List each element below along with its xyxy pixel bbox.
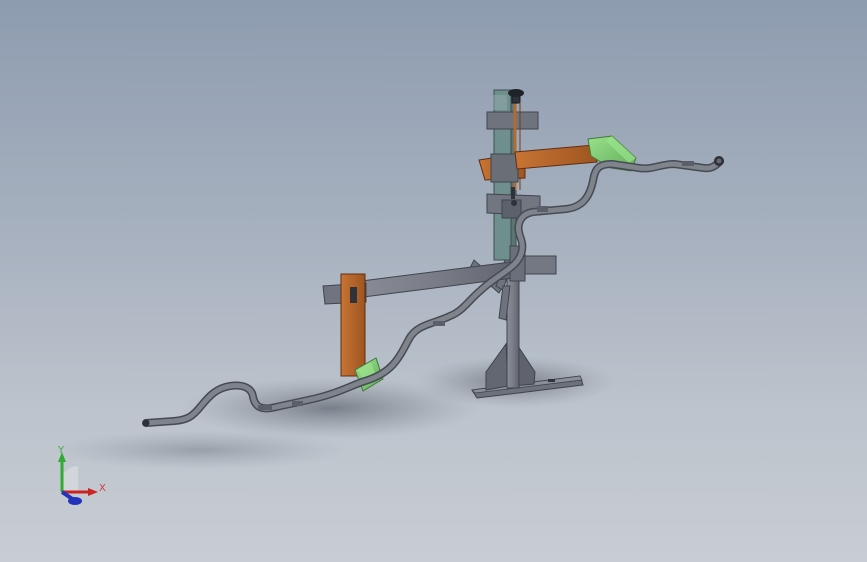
cad-viewport[interactable]: Y X xyxy=(0,0,867,562)
assembly-model[interactable] xyxy=(0,0,867,562)
x-axis-label: X xyxy=(99,483,106,494)
y-axis-label: Y xyxy=(58,445,65,456)
coordinate-triad-icon xyxy=(58,452,98,505)
axis-triad[interactable] xyxy=(44,440,116,512)
